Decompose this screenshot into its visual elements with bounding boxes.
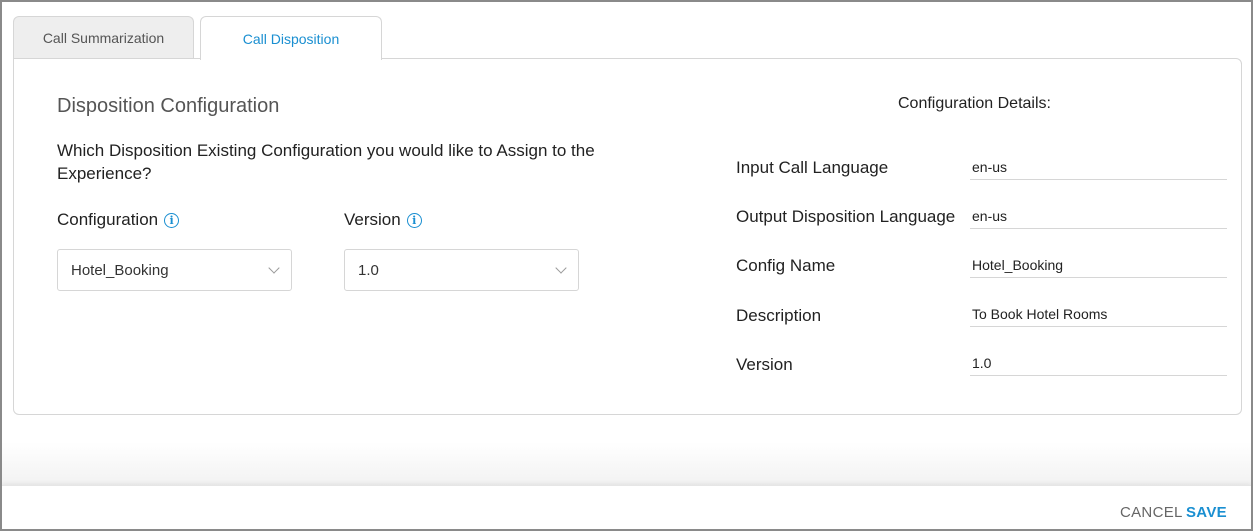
info-icon[interactable]: i [164, 212, 180, 228]
detail-value-input-language: en-us [970, 159, 1227, 180]
configuration-label-group: Configuration i [57, 210, 180, 230]
chevron-down-icon [268, 262, 280, 274]
detail-value-description: To Book Hotel Rooms [970, 306, 1227, 327]
assign-question: Which Disposition Existing Configuration… [57, 141, 595, 183]
version-select-value: 1.0 [358, 261, 379, 279]
detail-label-output-language: Output Disposition Language [736, 207, 956, 226]
detail-value-output-language: en-us [970, 208, 1227, 229]
version-select[interactable]: 1.0 [344, 249, 579, 291]
configuration-select[interactable]: Hotel_Booking [57, 249, 292, 291]
detail-value-version: 1.0 [970, 355, 1227, 376]
footer-fade [2, 442, 1251, 486]
info-icon[interactable]: i [406, 212, 422, 228]
detail-label-config-name: Config Name [736, 256, 836, 275]
cancel-button[interactable]: CANCEL [1120, 504, 1183, 521]
detail-value-config-name: Hotel_Booking [970, 257, 1227, 278]
version-label-group: Version i [344, 210, 422, 230]
configuration-select-value: Hotel_Booking [71, 261, 169, 279]
tab-call-disposition[interactable]: Call Disposition [200, 16, 382, 60]
configuration-label: Configuration [57, 210, 159, 229]
footer-bar: CANCEL SAVE [2, 485, 1251, 529]
detail-label-input-language: Input Call Language [736, 158, 889, 177]
save-button[interactable]: SAVE [1186, 504, 1227, 521]
tab-call-summarization[interactable]: Call Summarization [13, 16, 194, 59]
details-title: Configuration Details: [898, 95, 1051, 112]
version-label: Version [344, 210, 401, 229]
disposition-panel: Disposition Configuration Which Disposit… [13, 58, 1242, 415]
detail-label-description: Description [736, 306, 822, 325]
section-title: Disposition Configuration [57, 95, 280, 117]
chevron-down-icon [555, 262, 567, 274]
dialog-frame: Call Summarization Call Disposition Disp… [0, 0, 1253, 531]
detail-label-version: Version [736, 355, 793, 374]
